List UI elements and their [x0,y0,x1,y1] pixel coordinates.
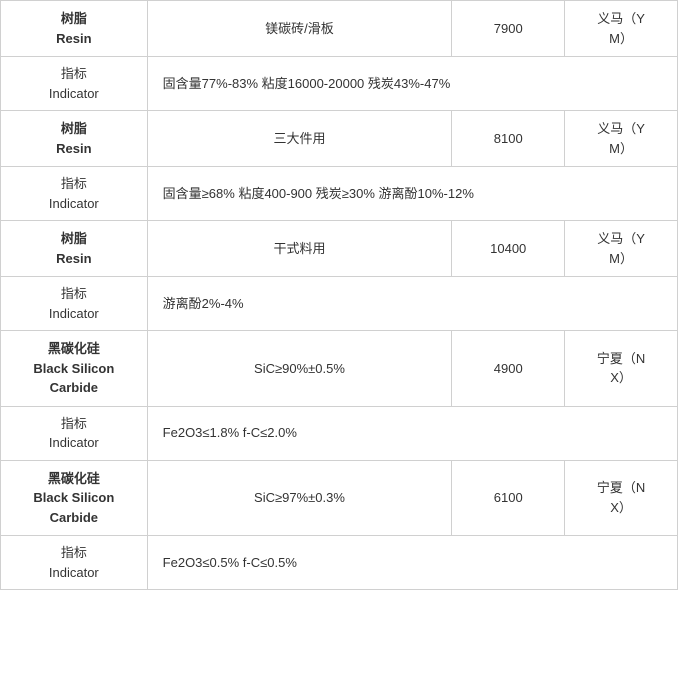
origin-cell: 宁夏（N X） [565,460,678,536]
origin-line1: 义马（Y [597,121,645,136]
product-name-zh: 黑碳化硅 [11,339,137,359]
product-name-zh: 黑碳化硅 [11,469,137,489]
indicator-content-cell: 固含量≥68% 粘度400-900 残炭≥30% 游离酚10%-12% [147,167,677,221]
origin-line1: 宁夏（N [597,480,645,495]
product-name-en: Black Silicon Carbide [11,488,137,527]
indicator-row: 指标Indicator固含量77%-83% 粘度16000-20000 残炭43… [1,57,678,111]
origin-line2: M） [609,251,633,266]
origin-cell: 义马（Y M） [565,111,678,167]
origin-line1: 义马（Y [597,231,645,246]
product-row: 树脂Resin镁碳砖/滑板7900义马（YM） [1,1,678,57]
price-cell: 7900 [452,1,565,57]
indicator-label-cell: 指标Indicator [1,277,148,331]
product-name-en: Black Silicon Carbide [11,359,137,398]
indicator-content-cell: 游离酚2%-4% [147,277,677,331]
indicator-label-en: Indicator [16,563,132,583]
spec-cell: 三大件用 [147,111,452,167]
product-name-cell: 黑碳化硅Black Silicon Carbide [1,460,148,536]
indicator-content-cell: 固含量77%-83% 粘度16000-20000 残炭43%-47% [147,57,677,111]
origin-line1: 宁夏（N [597,351,645,366]
product-row: 黑碳化硅Black Silicon CarbideSiC≥90%±0.5%490… [1,331,678,407]
spec-cell: 干式料用 [147,221,452,277]
indicator-label-zh: 指标 [16,174,132,194]
indicator-row: 指标IndicatorFe2O3≤0.5% f-C≤0.5% [1,536,678,590]
price-cell: 4900 [452,331,565,407]
indicator-row: 指标Indicator固含量≥68% 粘度400-900 残炭≥30% 游离酚1… [1,167,678,221]
price-cell: 10400 [452,221,565,277]
product-name-en: Resin [11,139,137,159]
product-name-zh: 树脂 [11,229,137,249]
product-name-en: Resin [11,29,137,49]
product-row: 树脂Resin干式料用10400义马（YM） [1,221,678,277]
origin-line2: M） [609,141,633,156]
origin-line2: X） [610,500,632,515]
indicator-label-en: Indicator [16,194,132,214]
spec-cell: SiC≥97%±0.3% [147,460,452,536]
origin-cell: 义马（Y M） [565,221,678,277]
indicator-label-zh: 指标 [16,64,132,84]
indicator-row: 指标IndicatorFe2O3≤1.8% f-C≤2.0% [1,406,678,460]
indicator-label-zh: 指标 [16,414,132,434]
origin-cell: 宁夏（N X） [565,331,678,407]
product-row: 树脂Resin三大件用8100义马（YM） [1,111,678,167]
product-name-zh: 树脂 [11,119,137,139]
indicator-label-zh: 指标 [16,284,132,304]
price-cell: 8100 [452,111,565,167]
indicator-label-cell: 指标Indicator [1,167,148,221]
indicator-label-cell: 指标Indicator [1,406,148,460]
price-cell: 6100 [452,460,565,536]
product-name-cell: 黑碳化硅Black Silicon Carbide [1,331,148,407]
indicator-label-en: Indicator [16,84,132,104]
product-row: 黑碳化硅Black Silicon CarbideSiC≥97%±0.3%610… [1,460,678,536]
product-name-zh: 树脂 [11,9,137,29]
indicator-label-en: Indicator [16,304,132,324]
product-name-cell: 树脂Resin [1,1,148,57]
spec-cell: 镁碳砖/滑板 [147,1,452,57]
indicator-label-cell: 指标Indicator [1,536,148,590]
product-name-cell: 树脂Resin [1,221,148,277]
indicator-content-cell: Fe2O3≤0.5% f-C≤0.5% [147,536,677,590]
product-name-cell: 树脂Resin [1,111,148,167]
indicator-row: 指标Indicator游离酚2%-4% [1,277,678,331]
origin-line2: M） [609,31,633,46]
indicator-label-en: Indicator [16,433,132,453]
product-name-en: Resin [11,249,137,269]
indicator-content-cell: Fe2O3≤1.8% f-C≤2.0% [147,406,677,460]
origin-line1: 义马（Y [597,11,645,26]
spec-cell: SiC≥90%±0.5% [147,331,452,407]
origin-cell: 义马（Y M） [565,1,678,57]
indicator-label-zh: 指标 [16,543,132,563]
indicator-label-cell: 指标Indicator [1,57,148,111]
origin-line2: X） [610,370,632,385]
